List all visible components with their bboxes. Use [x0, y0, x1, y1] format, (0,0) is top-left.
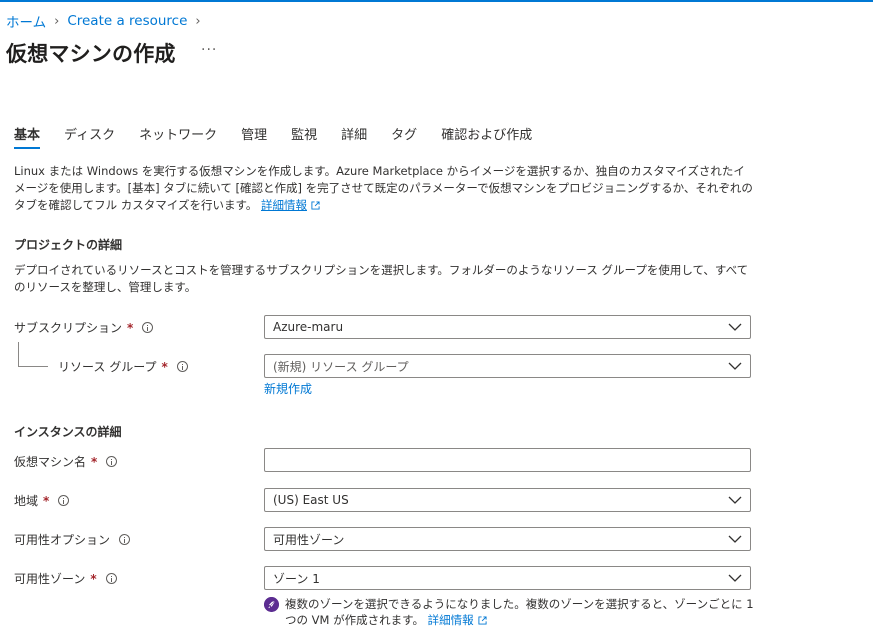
tab-bar: 基本 ディスク ネットワーク 管理 監視 詳細 タグ 確認および作成	[14, 124, 556, 149]
region-select[interactable]: (US) East US	[264, 488, 751, 512]
required-marker: *	[127, 320, 134, 335]
info-icon[interactable]	[58, 495, 70, 506]
info-icon[interactable]	[106, 456, 118, 467]
resource-group-label: リソース グループ *	[58, 358, 188, 375]
chevron-right-icon: ›	[54, 13, 60, 29]
external-link-icon	[478, 616, 487, 625]
vm-name-label-text: 仮想マシン名	[14, 455, 87, 469]
info-icon[interactable]	[119, 534, 131, 545]
required-marker: *	[161, 359, 168, 374]
chevron-down-icon	[728, 496, 742, 504]
availability-zone-note: 複数のゾーンを選択できるようになりました。複数のゾーンを選択すると、ゾーンごとに…	[264, 596, 754, 628]
chevron-right-icon: ›	[195, 13, 201, 29]
availability-zone-label: 可用性ゾーン *	[14, 570, 117, 587]
rocket-icon	[264, 597, 279, 612]
required-marker: *	[91, 454, 98, 469]
tree-connector-vertical	[18, 342, 19, 366]
breadcrumb: ホーム › Create a resource ›	[6, 11, 209, 31]
tab-basics[interactable]: 基本	[14, 124, 41, 149]
vm-name-label: 仮想マシン名 *	[14, 453, 118, 470]
region-label: 地域 *	[14, 492, 70, 509]
subscription-label: サブスクリプション *	[14, 319, 154, 336]
availability-zone-value: ゾーン 1	[273, 571, 320, 586]
subscription-select[interactable]: Azure-maru	[264, 315, 751, 339]
instance-details-title: インスタンスの詳細	[14, 425, 122, 439]
chevron-down-icon	[728, 323, 742, 331]
more-options-button[interactable]: ···	[201, 42, 217, 58]
chevron-down-icon	[728, 362, 742, 370]
breadcrumb-home[interactable]: ホーム	[6, 11, 46, 31]
info-icon[interactable]	[176, 361, 188, 372]
availability-option-label: 可用性オプション	[14, 531, 131, 548]
region-value: (US) East US	[273, 493, 349, 507]
create-new-resource-group-link[interactable]: 新規作成	[264, 380, 312, 397]
required-marker: *	[90, 571, 97, 586]
note-learn-more-link[interactable]: 詳細情報	[428, 613, 474, 627]
tree-connector-horizontal	[18, 366, 48, 367]
tab-disks[interactable]: ディスク	[64, 124, 115, 149]
project-description: デプロイされているリソースとコストを管理するサブスクリプションを選択します。フォ…	[14, 263, 749, 294]
availability-option-label-text: 可用性オプション	[14, 533, 111, 547]
tab-management[interactable]: 管理	[241, 124, 267, 149]
tab-monitoring[interactable]: 監視	[291, 124, 317, 149]
chevron-down-icon	[728, 574, 742, 582]
tab-review-create[interactable]: 確認および作成	[441, 124, 532, 149]
breadcrumb-create-resource[interactable]: Create a resource	[67, 13, 187, 29]
subscription-value: Azure-maru	[273, 320, 344, 334]
intro-description: Linux または Windows を実行する仮想マシンを作成します。Azure…	[14, 163, 754, 214]
tab-tags[interactable]: タグ	[391, 124, 417, 149]
info-icon[interactable]	[105, 573, 117, 584]
project-details-title: プロジェクトの詳細	[14, 238, 123, 252]
tab-networking[interactable]: ネットワーク	[139, 124, 217, 149]
resource-group-placeholder: (新規) リソース グループ	[273, 359, 409, 374]
region-label-text: 地域	[14, 494, 39, 508]
resource-group-select[interactable]: (新規) リソース グループ	[264, 354, 751, 378]
resource-group-label-text: リソース グループ	[58, 360, 157, 374]
tab-advanced[interactable]: 詳細	[341, 124, 367, 149]
chevron-down-icon	[728, 535, 742, 543]
intro-text: Linux または Windows を実行する仮想マシンを作成します。Azure…	[14, 164, 753, 212]
learn-more-link[interactable]: 詳細情報	[261, 198, 307, 212]
availability-option-value: 可用性ゾーン	[273, 532, 345, 547]
availability-zone-select[interactable]: ゾーン 1	[264, 566, 751, 590]
required-marker: *	[43, 493, 50, 508]
page-title: 仮想マシンの作成	[6, 42, 176, 66]
top-accent-bar	[0, 0, 873, 2]
note-text: 複数のゾーンを選択できるようになりました。複数のゾーンを選択すると、ゾーンごとに…	[285, 597, 754, 627]
availability-zone-label-text: 可用性ゾーン	[14, 572, 86, 586]
subscription-label-text: サブスクリプション	[14, 321, 123, 335]
external-link-icon	[311, 201, 320, 210]
availability-option-select[interactable]: 可用性ゾーン	[264, 527, 751, 551]
info-icon[interactable]	[142, 322, 154, 333]
vm-name-input[interactable]	[264, 448, 751, 472]
